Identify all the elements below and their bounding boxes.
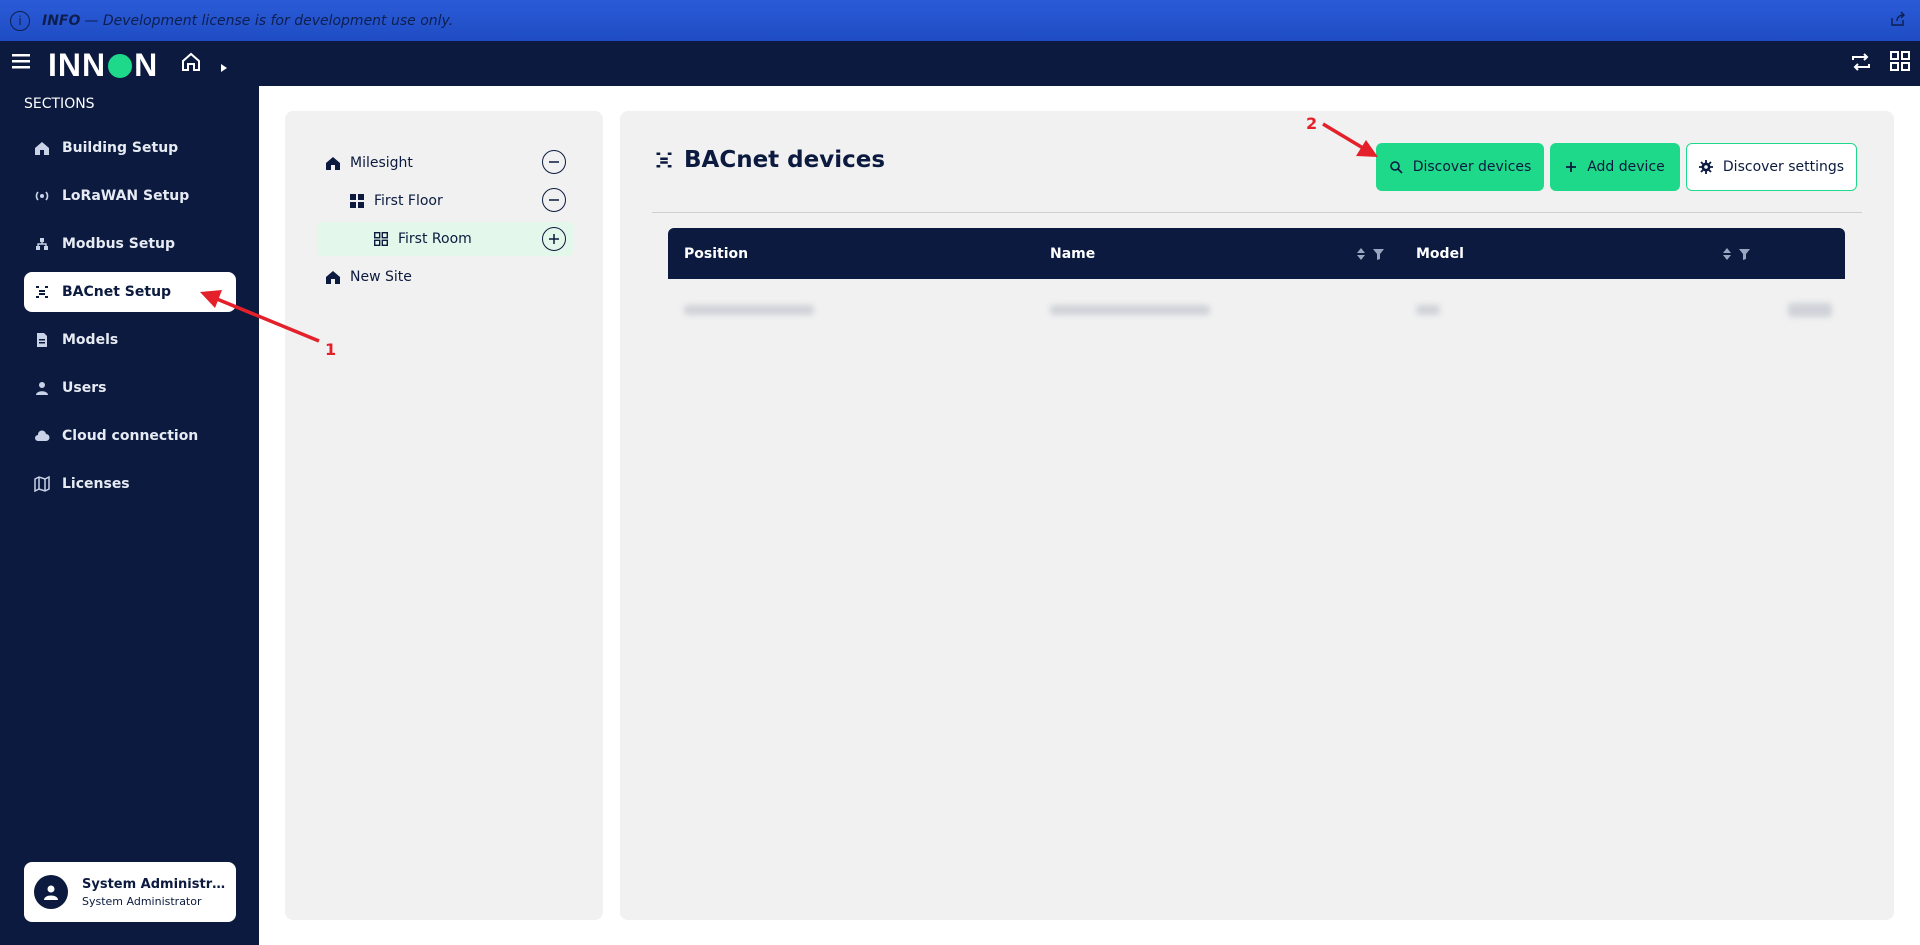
annotation-arrows	[200, 122, 1378, 343]
annotation-label-2: 2	[1306, 114, 1318, 133]
annotation-label-1: 1	[325, 340, 337, 359]
